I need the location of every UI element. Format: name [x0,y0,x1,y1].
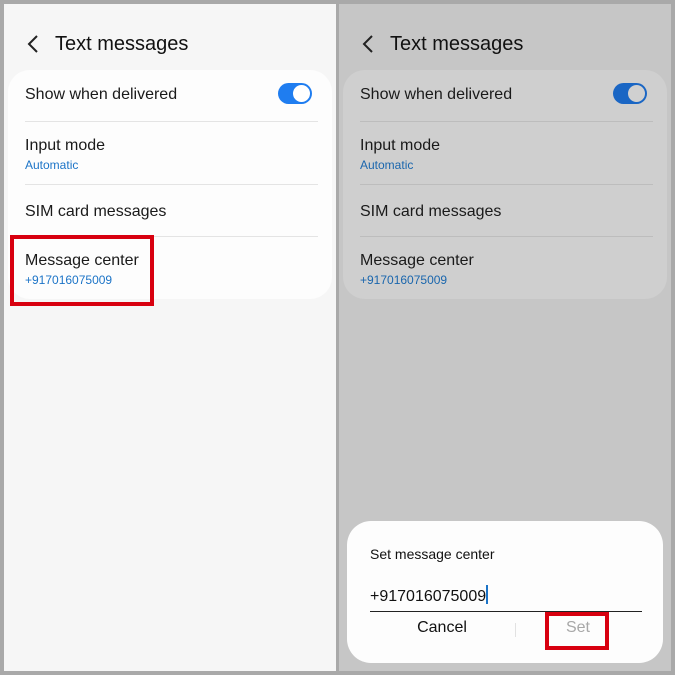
sim-card-messages-row[interactable]: SIM card messages [25,203,318,221]
show-when-delivered-row[interactable]: Show when delivered [25,83,318,116]
show-when-delivered-label: Show when delivered [360,86,513,103]
input-mode-label: Input mode [360,137,441,154]
input-mode-label: Input mode [25,137,106,154]
show-when-delivered-toggle[interactable] [278,83,312,104]
sim-card-messages-row[interactable]: SIM card messages [360,203,653,221]
sim-card-messages-label: SIM card messages [25,203,167,220]
message-center-value: +917016075009 [360,273,448,287]
button-divider [515,623,516,637]
page-title: Text messages [55,33,189,55]
input-mode-row[interactable]: Input mode Automatic [360,137,653,172]
message-center-label: Message center [360,252,474,269]
message-center-input[interactable]: +917016075009 [370,585,642,612]
input-mode-row[interactable]: Input mode Automatic [25,137,318,172]
input-value: +917016075009 [370,588,487,605]
back-icon[interactable] [359,34,379,54]
highlight-box [545,612,609,650]
page-title: Text messages [390,33,524,55]
text-cursor [486,585,488,604]
set-message-center-dialog: Set message center +917016075009 Cancel … [347,521,663,663]
input-mode-value: Automatic [25,158,79,172]
settings-card: Show when delivered Input mode Automatic… [343,70,667,299]
input-mode-value: Automatic [360,158,414,172]
highlight-box [10,235,154,306]
show-when-delivered-label: Show when delivered [25,86,178,103]
back-icon[interactable] [24,34,44,54]
settings-screen: Text messages Show when delivered Input … [4,4,336,671]
message-center-row[interactable]: Message center +917016075009 [360,252,653,287]
cancel-button[interactable]: Cancel [382,619,502,637]
settings-screen-with-dialog: Text messages Show when delivered Input … [339,4,671,671]
show-when-delivered-row[interactable]: Show when delivered [360,83,653,116]
dialog-title: Set message center [370,546,495,562]
show-when-delivered-toggle[interactable] [613,83,647,104]
sim-card-messages-label: SIM card messages [360,203,502,220]
